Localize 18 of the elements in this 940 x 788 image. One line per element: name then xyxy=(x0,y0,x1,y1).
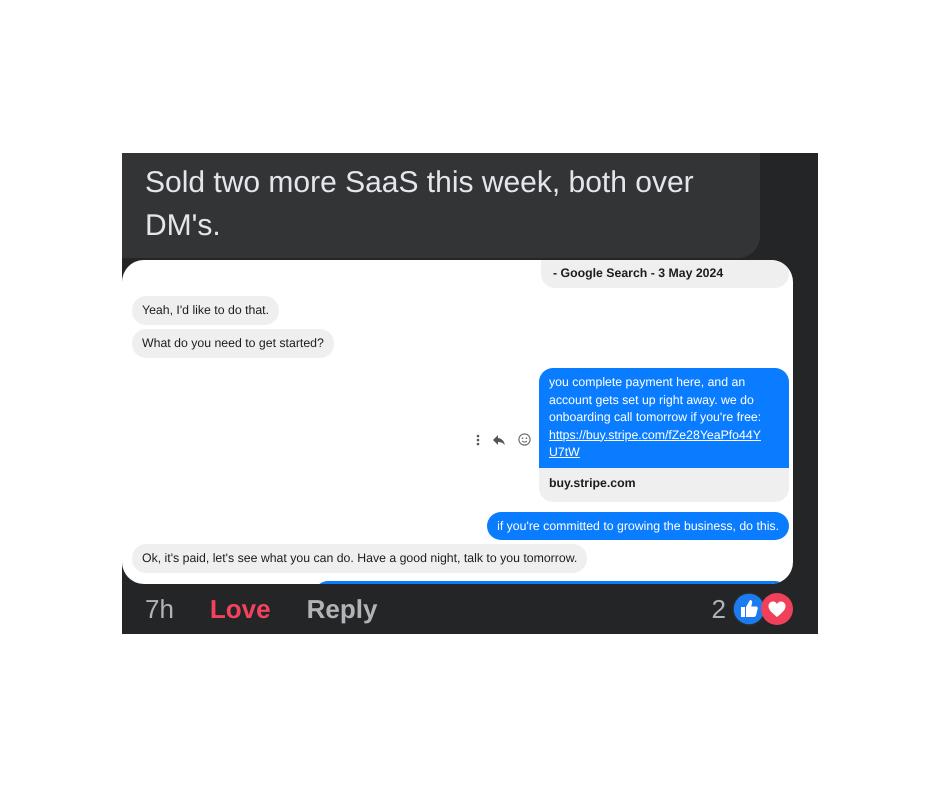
received-message: Yeah, I'd like to do that. xyxy=(132,296,280,325)
comment-time: 7h xyxy=(145,594,174,624)
received-message: What do you need to get started? xyxy=(132,329,334,358)
reply-icon[interactable] xyxy=(492,434,506,446)
comment-action[interactable]: Reply xyxy=(306,594,378,624)
link-preview-domain: buy.stripe.com xyxy=(549,476,636,490)
emoji-icon[interactable] xyxy=(518,433,531,446)
comment-text: Sold two more SaaS this week, both over DM's. xyxy=(145,165,695,244)
link-preview-title: - Google Search - 3 May 2024 xyxy=(553,266,724,280)
received-message: Ok, it's paid, let's see what you can do. Have a good night, talk to you tomorrow. xyxy=(132,544,588,572)
more-icon[interactable] xyxy=(476,434,480,446)
sent-message: if you're committed to growing the business, do this. xyxy=(487,512,789,540)
heart-reaction-icon xyxy=(760,592,794,626)
reaction-count: 2 xyxy=(712,594,726,624)
like-reaction-icon xyxy=(732,592,766,626)
comment-action[interactable]: Love xyxy=(210,594,271,624)
sent-message: you complete payment here, and an account gets set up right away. we do onboarding call tomorrow if you're free: https://buy.stripe.com/fZe28YeaPfo44Y U7tW xyxy=(539,368,789,468)
payment-link[interactable]: https://buy.stripe.com/fZe28YeaPfo44Y U7tW xyxy=(549,426,779,462)
